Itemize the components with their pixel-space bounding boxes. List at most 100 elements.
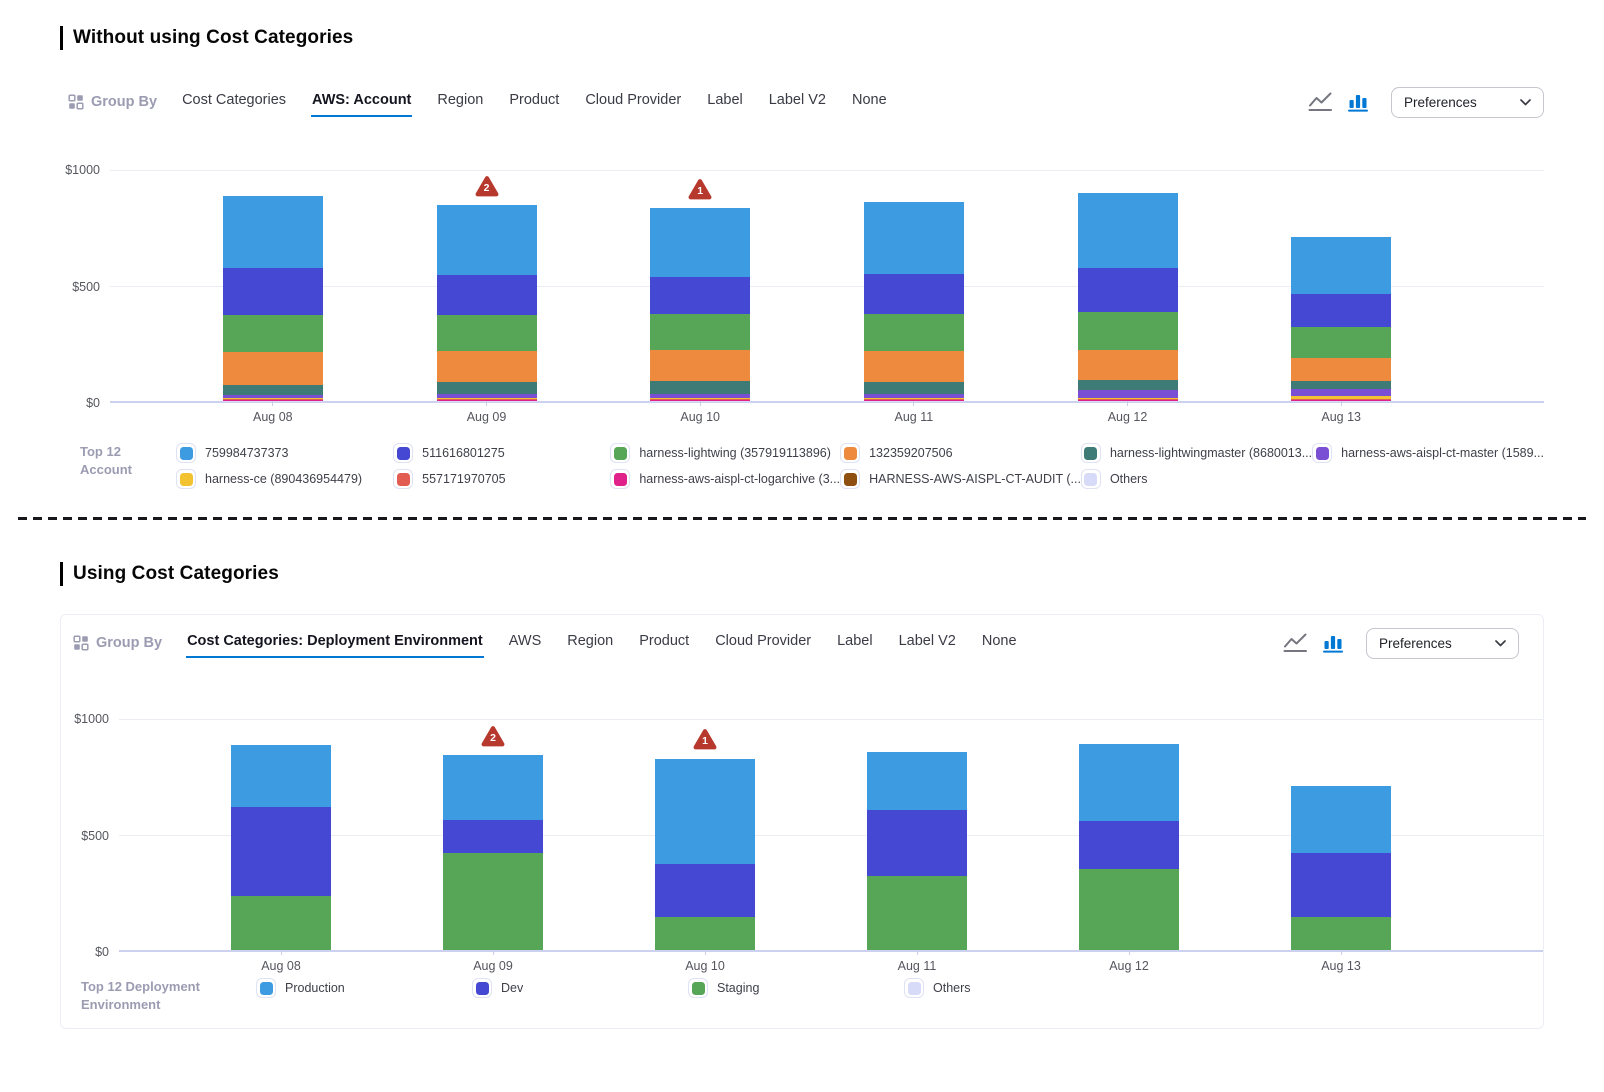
bar-segment[interactable] bbox=[223, 385, 323, 395]
bar-segment[interactable] bbox=[231, 745, 331, 807]
bar-segment[interactable] bbox=[655, 864, 755, 917]
bar-segment[interactable] bbox=[223, 268, 323, 315]
stacked-bar[interactable] bbox=[655, 759, 755, 951]
legend-item-511616801275[interactable]: 511616801275 bbox=[393, 443, 610, 463]
bar-segment[interactable] bbox=[1291, 294, 1391, 327]
legend-item-132359207506[interactable]: 132359207506 bbox=[840, 443, 1081, 463]
tab-product[interactable]: Product bbox=[638, 628, 690, 658]
preferences-button[interactable]: Preferences bbox=[1366, 628, 1519, 659]
stacked-bar[interactable] bbox=[1291, 786, 1391, 950]
bar-segment[interactable] bbox=[1079, 744, 1179, 821]
anomaly-badge[interactable]: 2 bbox=[481, 725, 506, 748]
tab-cost-categories[interactable]: Cost Categories bbox=[181, 87, 287, 117]
bar-segment[interactable] bbox=[650, 277, 750, 314]
bar-segment[interactable] bbox=[650, 208, 750, 277]
anomaly-badge[interactable]: 2 bbox=[474, 175, 499, 198]
bar-segment[interactable] bbox=[1078, 350, 1178, 380]
bar-segment[interactable] bbox=[650, 350, 750, 380]
bar-segment[interactable] bbox=[1291, 853, 1391, 917]
stacked-bar[interactable] bbox=[864, 202, 964, 401]
bar-segment[interactable] bbox=[864, 274, 964, 314]
tab-label-v2[interactable]: Label V2 bbox=[898, 628, 957, 658]
bar-segment[interactable] bbox=[867, 752, 967, 810]
legend-item-production[interactable]: Production bbox=[256, 978, 472, 998]
bar-segment[interactable] bbox=[867, 810, 967, 875]
tab-none[interactable]: None bbox=[851, 87, 888, 117]
legend-item-557171970705[interactable]: 557171970705 bbox=[393, 469, 610, 489]
legend-item-harness-lightwing-357919113896[interactable]: harness-lightwing (357919113896) bbox=[610, 443, 840, 463]
bar-chart-toggle[interactable] bbox=[1323, 633, 1343, 653]
bar-segment[interactable] bbox=[231, 807, 331, 895]
tab-aws[interactable]: AWS bbox=[508, 628, 543, 658]
anomaly-badge[interactable]: 1 bbox=[693, 728, 718, 751]
stacked-bar[interactable] bbox=[231, 745, 331, 950]
bar-segment[interactable] bbox=[1291, 786, 1391, 852]
line-chart-toggle[interactable] bbox=[1283, 633, 1308, 653]
stacked-bar[interactable] bbox=[650, 208, 750, 401]
stacked-bar[interactable] bbox=[437, 205, 537, 401]
bar-segment[interactable] bbox=[1079, 821, 1179, 868]
tab-label[interactable]: Label bbox=[836, 628, 873, 658]
stacked-bar[interactable] bbox=[443, 755, 543, 950]
bar-segment[interactable] bbox=[655, 917, 755, 950]
bar-segment[interactable] bbox=[443, 820, 543, 853]
tab-label[interactable]: Label bbox=[706, 87, 743, 117]
bar-segment[interactable] bbox=[1078, 390, 1178, 398]
tab-region[interactable]: Region bbox=[566, 628, 614, 658]
legend-item-759984737373[interactable]: 759984737373 bbox=[176, 443, 393, 463]
legend-item-dev[interactable]: Dev bbox=[472, 978, 688, 998]
legend-item-harness-aws-aispl-ct-logarchive-3[interactable]: harness-aws-aispl-ct-logarchive (3... bbox=[610, 469, 840, 489]
legend-item-others[interactable]: Others bbox=[904, 978, 1120, 998]
bar-segment[interactable] bbox=[1078, 193, 1178, 268]
preferences-button[interactable]: Preferences bbox=[1391, 87, 1544, 118]
tab-none[interactable]: None bbox=[981, 628, 1018, 658]
bar-segment[interactable] bbox=[1291, 389, 1391, 396]
stacked-bar[interactable] bbox=[223, 196, 323, 401]
bar-segment[interactable] bbox=[1291, 237, 1391, 294]
bar-segment[interactable] bbox=[437, 315, 537, 351]
bar-segment[interactable] bbox=[1078, 268, 1178, 312]
tab-region[interactable]: Region bbox=[436, 87, 484, 117]
bar-segment[interactable] bbox=[223, 352, 323, 385]
bar-segment[interactable] bbox=[223, 196, 323, 268]
bar-segment[interactable] bbox=[437, 275, 537, 315]
tab-label-v2[interactable]: Label V2 bbox=[768, 87, 827, 117]
bar-segment[interactable] bbox=[223, 315, 323, 352]
bar-segment[interactable] bbox=[650, 381, 750, 394]
bar-chart-toggle[interactable] bbox=[1348, 92, 1368, 112]
tab-aws-account[interactable]: AWS: Account bbox=[311, 87, 412, 117]
tab-cloud-provider[interactable]: Cloud Provider bbox=[714, 628, 812, 658]
tab-cost-categories-deployment-environment[interactable]: Cost Categories: Deployment Environment bbox=[186, 628, 484, 658]
bar-segment[interactable] bbox=[864, 202, 964, 274]
legend-item-staging[interactable]: Staging bbox=[688, 978, 904, 998]
bar-segment[interactable] bbox=[443, 755, 543, 819]
tab-cloud-provider[interactable]: Cloud Provider bbox=[584, 87, 682, 117]
tab-product[interactable]: Product bbox=[508, 87, 560, 117]
bar-segment[interactable] bbox=[650, 314, 750, 350]
bar-segment[interactable] bbox=[1291, 327, 1391, 357]
legend-item-harness-aws-aispl-ct-master-1589[interactable]: harness-aws-aispl-ct-master (1589... bbox=[1312, 443, 1544, 463]
line-chart-toggle[interactable] bbox=[1308, 92, 1333, 112]
stacked-bar[interactable] bbox=[867, 752, 967, 950]
bar-segment[interactable] bbox=[231, 896, 331, 950]
bar-segment[interactable] bbox=[1291, 917, 1391, 950]
bar-segment[interactable] bbox=[655, 759, 755, 864]
bar-segment[interactable] bbox=[1078, 380, 1178, 390]
bar-segment[interactable] bbox=[867, 876, 967, 950]
legend-item-others[interactable]: Others bbox=[1081, 469, 1312, 489]
anomaly-badge[interactable]: 1 bbox=[688, 178, 713, 201]
bar-segment[interactable] bbox=[437, 351, 537, 382]
stacked-bar[interactable] bbox=[1079, 744, 1179, 950]
bar-segment[interactable] bbox=[437, 382, 537, 394]
bar-segment[interactable] bbox=[1291, 381, 1391, 389]
bar-segment[interactable] bbox=[1078, 312, 1178, 350]
legend-item-harness-lightwingmaster-8680013[interactable]: harness-lightwingmaster (8680013... bbox=[1081, 443, 1312, 463]
bar-segment[interactable] bbox=[864, 314, 964, 351]
legend-item-harness-ce-890436954479[interactable]: harness-ce (890436954479) bbox=[176, 469, 393, 489]
stacked-bar[interactable] bbox=[1078, 193, 1178, 401]
bar-segment[interactable] bbox=[437, 205, 537, 275]
bar-segment[interactable] bbox=[864, 382, 964, 394]
bar-segment[interactable] bbox=[1291, 358, 1391, 381]
bar-segment[interactable] bbox=[864, 351, 964, 382]
bar-segment[interactable] bbox=[443, 853, 543, 950]
